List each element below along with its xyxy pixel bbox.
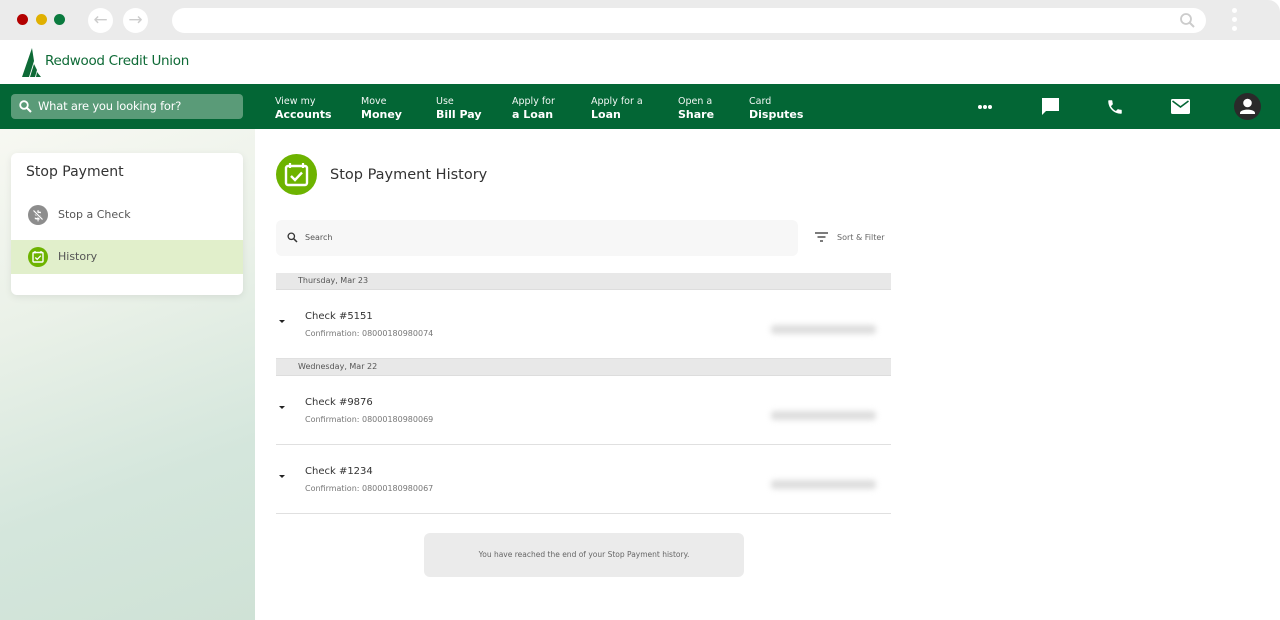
sidebar-item-label: Stop a Check xyxy=(58,208,131,221)
arrow-left-icon: ← xyxy=(93,10,108,30)
back-button[interactable]: ← xyxy=(88,8,113,33)
more-icon xyxy=(978,104,992,109)
check-number: Check #5151 xyxy=(305,311,373,322)
nav-move-money[interactable]: Move Money xyxy=(361,95,402,121)
more-button[interactable] xyxy=(965,84,1005,129)
nav-open-share[interactable]: Open a Share xyxy=(678,95,714,121)
nav-link-title: Loan xyxy=(591,108,621,121)
nav-link-subtitle: Open a xyxy=(678,96,713,107)
brand-name[interactable]: Redwood Credit Union xyxy=(45,53,189,69)
date-group-header: Thursday, Mar 23 xyxy=(276,273,891,290)
confirmation-number: Confirmation: 08000180980067 xyxy=(305,484,434,493)
nav-link-title: Bill Pay xyxy=(436,108,482,121)
nav-link-subtitle: Apply for a xyxy=(591,96,643,107)
profile-button[interactable] xyxy=(1227,84,1267,129)
expand-caret-icon[interactable] xyxy=(279,320,285,323)
phone-icon xyxy=(1108,99,1122,114)
nav-link-title: Accounts xyxy=(275,108,332,121)
sidebar-card: Stop Payment $ Stop a Check History xyxy=(11,153,243,295)
sort-filter-button[interactable]: Sort & Filter xyxy=(815,229,885,245)
maximize-window-dot[interactable] xyxy=(54,14,65,25)
phone-button[interactable] xyxy=(1095,84,1135,129)
nav-link-subtitle: Use xyxy=(436,96,454,107)
browser-menu-button[interactable] xyxy=(1230,8,1238,34)
sidebar-title: Stop Payment xyxy=(26,164,124,180)
calendar-check-icon xyxy=(28,247,48,267)
search-icon xyxy=(1180,13,1195,28)
blurred-amount xyxy=(771,325,876,334)
mail-icon xyxy=(1170,99,1190,114)
check-number: Check #9876 xyxy=(305,397,373,408)
calendar-check-icon xyxy=(276,154,317,195)
confirmation-number: Confirmation: 08000180980074 xyxy=(305,329,434,338)
main-navigation: What are you looking for? View my Accoun… xyxy=(0,84,1280,129)
browser-toolbar: ← → xyxy=(0,0,1280,40)
history-list: Thursday, Mar 23 Check #5151 Confirmatio… xyxy=(276,273,891,514)
close-window-dot[interactable] xyxy=(17,14,28,25)
nav-link-subtitle: View my xyxy=(275,96,316,107)
nav-link-subtitle: Move xyxy=(361,96,387,107)
nav-apply-for-loan[interactable]: Apply for a Loan xyxy=(591,95,643,121)
nav-bill-pay[interactable]: Use Bill Pay xyxy=(436,95,482,121)
search-icon xyxy=(287,232,298,243)
nav-apply-a-loan[interactable]: Apply for a Loan xyxy=(512,95,555,121)
nav-link-title: Disputes xyxy=(749,108,804,121)
sidebar-item-history[interactable]: History xyxy=(11,240,243,274)
date-group-header: Wednesday, Mar 22 xyxy=(276,359,891,376)
main-content: Stop Payment History Search Sort & Filte… xyxy=(255,129,1280,620)
nav-link-subtitle: Apply for xyxy=(512,96,555,107)
history-search-input[interactable]: Search xyxy=(276,220,798,256)
history-item[interactable]: Check #1234 Confirmation: 08000180980067 xyxy=(276,445,891,514)
search-placeholder: What are you looking for? xyxy=(38,99,182,113)
page-title: Stop Payment History xyxy=(330,167,488,183)
profile-icon xyxy=(1233,93,1261,120)
address-bar[interactable] xyxy=(172,8,1206,33)
nav-link-subtitle: Card xyxy=(749,96,772,107)
nav-card-disputes[interactable]: Card Disputes xyxy=(749,95,803,121)
nav-view-accounts[interactable]: View my Accounts xyxy=(275,95,332,121)
search-icon xyxy=(19,100,32,113)
blurred-amount xyxy=(771,411,876,420)
filter-icon xyxy=(815,232,828,242)
global-search-input[interactable]: What are you looking for? xyxy=(11,94,243,119)
arrow-right-icon: → xyxy=(128,10,143,30)
chat-button[interactable] xyxy=(1030,84,1070,129)
check-number: Check #1234 xyxy=(305,466,373,477)
end-of-history-message: You have reached the end of your Stop Pa… xyxy=(424,533,744,577)
sidebar-item-stop-a-check[interactable]: $ Stop a Check xyxy=(11,198,243,232)
blurred-amount xyxy=(771,480,876,489)
minimize-window-dot[interactable] xyxy=(36,14,47,25)
chat-icon xyxy=(1041,98,1059,115)
confirmation-number: Confirmation: 08000180980069 xyxy=(305,415,434,424)
forward-button[interactable]: → xyxy=(123,8,148,33)
expand-caret-icon[interactable] xyxy=(279,406,285,409)
mail-button[interactable] xyxy=(1160,84,1200,129)
sort-filter-label: Sort & Filter xyxy=(837,232,885,242)
history-item[interactable]: Check #9876 Confirmation: 08000180980069 xyxy=(276,376,891,445)
history-item[interactable]: Check #5151 Confirmation: 08000180980074 xyxy=(276,290,891,359)
nav-link-title: Share xyxy=(678,108,715,121)
redwood-tree-logo-icon[interactable] xyxy=(22,48,42,78)
stop-check-icon: $ xyxy=(28,205,48,225)
sidebar-item-label: History xyxy=(58,250,98,263)
nav-link-title: a Loan xyxy=(512,108,554,121)
nav-link-title: Money xyxy=(361,108,402,121)
logo-bar: Redwood Credit Union xyxy=(0,40,1280,84)
search-placeholder: Search xyxy=(305,233,333,242)
expand-caret-icon[interactable] xyxy=(279,475,285,478)
